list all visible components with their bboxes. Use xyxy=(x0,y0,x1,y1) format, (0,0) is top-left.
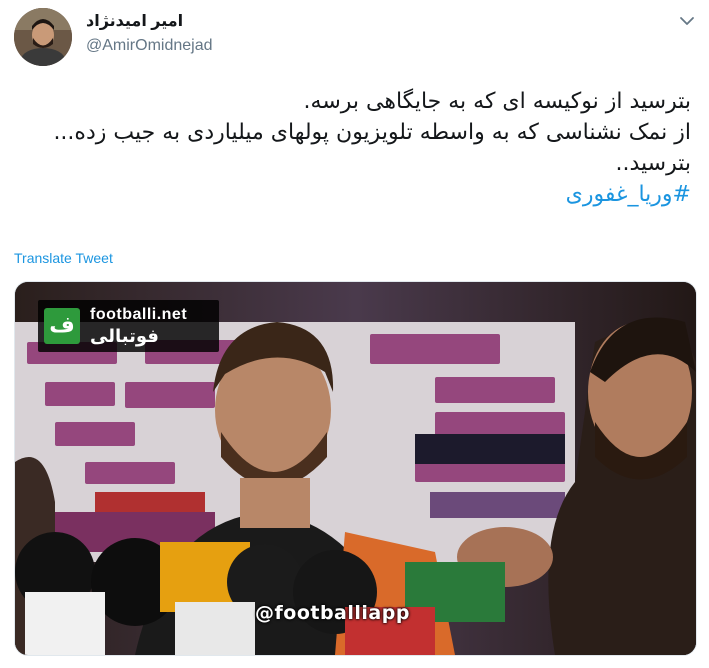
chevron-down-icon[interactable] xyxy=(678,12,696,30)
display-name[interactable]: امیر امیدنژاد xyxy=(86,11,183,31)
watermark-handle: @footballiapp xyxy=(255,602,410,624)
user-avatar[interactable] xyxy=(14,8,72,66)
tweet-text: بترسید از نوکیسه ای که به جایگاهی برسه. … xyxy=(11,86,691,210)
hashtag-link[interactable]: #وریا_غفوری xyxy=(11,179,691,210)
translate-tweet-link[interactable]: Translate Tweet xyxy=(14,250,113,266)
tweet-line: بترسید.. xyxy=(615,151,691,176)
tweet-media-video[interactable]: ف footballi.net فوتبالی @footballiapp xyxy=(14,281,697,656)
watermark-box: ف footballi.net فوتبالی xyxy=(38,300,219,352)
footballi-logo-icon: ف xyxy=(44,308,80,344)
tweet-line: از نمک نشناسی که به واسطه تلویزیون پولها… xyxy=(53,120,691,145)
tweet-card: امیر امیدنژاد @AmirOmidnejad بترسید از ن… xyxy=(0,0,709,668)
user-handle[interactable]: @AmirOmidnejad xyxy=(86,37,213,55)
avatar-image xyxy=(14,8,72,66)
watermark-site: footballi.net xyxy=(90,306,188,323)
tweet-line: بترسید از نوکیسه ای که به جایگاهی برسه. xyxy=(303,89,691,114)
watermark-brand: فوتبالی xyxy=(90,326,159,347)
